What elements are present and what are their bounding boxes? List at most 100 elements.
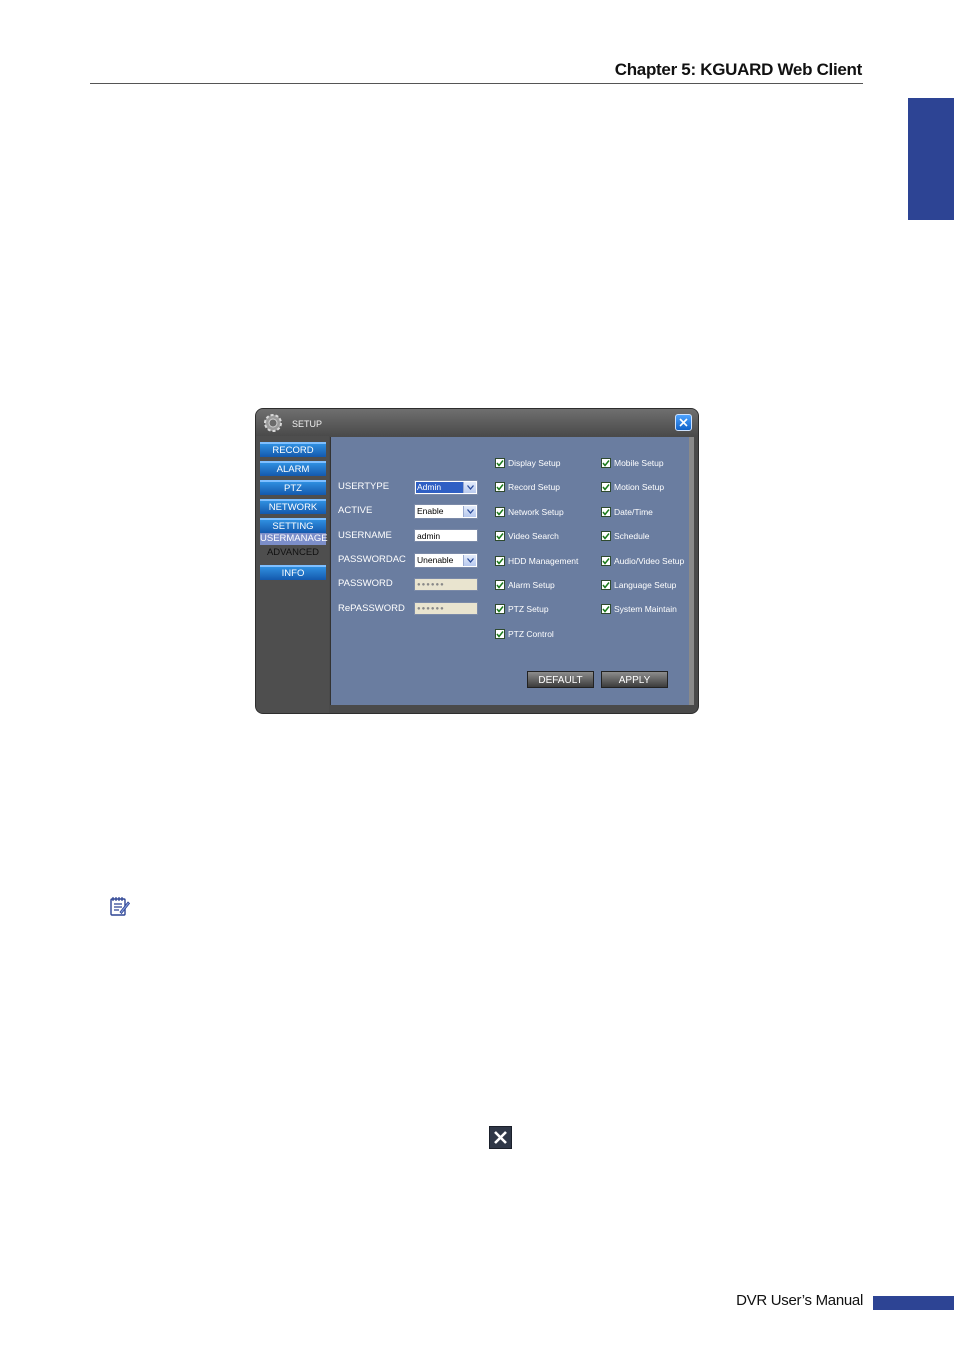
default-button[interactable]: DEFAULT [527, 671, 594, 688]
checkbox[interactable] [495, 629, 505, 639]
check-icon [602, 460, 610, 467]
checkbox[interactable] [601, 580, 611, 590]
perm-record-setup[interactable]: Record Setup [495, 481, 560, 493]
perm-label: Network Setup [508, 507, 564, 517]
checkbox[interactable] [495, 531, 505, 541]
perm-label: PTZ Control [508, 629, 554, 639]
perm-label: Display Setup [508, 458, 561, 468]
perm-language-setup[interactable]: Language Setup [601, 579, 676, 591]
gear-icon [264, 414, 282, 432]
check-icon [496, 582, 504, 589]
check-icon [602, 606, 610, 613]
close-icon [679, 418, 688, 427]
perm-display-setup[interactable]: Display Setup [495, 457, 560, 469]
perm-label: Schedule [614, 531, 650, 541]
usertype-select[interactable]: Admin [414, 480, 478, 495]
checkbox[interactable] [495, 556, 505, 566]
perm-label: PTZ Setup [508, 604, 549, 614]
perm-label: Date/Time [614, 507, 653, 517]
perm-date-time[interactable]: Date/Time [601, 506, 653, 518]
checkbox[interactable] [495, 604, 505, 614]
checkbox[interactable] [601, 458, 611, 468]
repassword-input[interactable]: ●●●●●● [414, 602, 478, 615]
perm-label: Motion Setup [614, 482, 665, 492]
perm-alarm-setup[interactable]: Alarm Setup [495, 579, 555, 591]
nav-network[interactable]: NETWORK [260, 499, 326, 514]
check-icon [496, 533, 504, 540]
checkbox[interactable] [495, 482, 505, 492]
perm-motion-setup[interactable]: Motion Setup [601, 481, 664, 493]
perm-audio-video-setup[interactable]: Audio/Video Setup [601, 555, 684, 567]
check-icon [496, 460, 504, 467]
check-icon [496, 509, 504, 516]
perm-label: Mobile Setup [614, 458, 664, 468]
close-x-icon [489, 1126, 512, 1149]
perm-hdd-management[interactable]: HDD Management [495, 555, 578, 567]
perm-label: HDD Management [508, 556, 579, 566]
passwordac-label: PASSWORDAC [338, 554, 406, 565]
checkbox[interactable] [601, 507, 611, 517]
check-icon [602, 533, 610, 540]
perm-label: Record Setup [508, 482, 560, 492]
nav-record[interactable]: RECORD [260, 442, 326, 457]
check-icon [602, 509, 610, 516]
setup-titlebar: SETUP [256, 409, 698, 436]
perm-ptz-setup[interactable]: PTZ Setup [495, 603, 549, 615]
repassword-label: RePASSWORD [338, 603, 405, 614]
chevron-down-icon [463, 482, 476, 493]
setup-close-button[interactable] [675, 414, 692, 431]
perm-system-maintain[interactable]: System Maintain [601, 603, 677, 615]
perm-schedule[interactable]: Schedule [601, 530, 649, 542]
nav-alarm[interactable]: ALARM [260, 461, 326, 476]
check-icon [496, 558, 504, 565]
checkbox[interactable] [495, 458, 505, 468]
chevron-down-icon [463, 506, 476, 517]
perm-video-search[interactable]: Video Search [495, 530, 559, 542]
panel-edge [689, 437, 694, 705]
nav-advanced[interactable]: ADVANCED [260, 546, 326, 559]
nav-setting[interactable]: SETTING [260, 518, 326, 533]
active-select[interactable]: Enable [414, 504, 478, 519]
chevron-down-icon [463, 555, 476, 566]
chapter-title: Chapter 5: KGUARD Web Client [614, 60, 863, 79]
footer-manual-title: DVR User’s Manual [736, 1292, 863, 1309]
password-input[interactable]: ●●●●●● [414, 578, 478, 591]
setup-title: SETUP [292, 419, 323, 429]
active-label: ACTIVE [338, 505, 373, 516]
usermanage-panel: USERTYPE ACTIVE USERNAME PASSWORDAC PASS… [330, 437, 690, 705]
header-rule [90, 83, 863, 84]
username-input[interactable]: admin [414, 529, 478, 542]
perm-label: Alarm Setup [508, 580, 555, 590]
password-label: PASSWORD [338, 578, 393, 589]
apply-button[interactable]: APPLY [601, 671, 668, 688]
perm-label: Audio/Video Setup [614, 556, 685, 566]
passwordac-select[interactable]: Unenable [414, 553, 478, 568]
check-icon [496, 631, 504, 638]
perm-label: System Maintain [614, 604, 677, 614]
perm-label: Language Setup [614, 580, 677, 590]
checkbox[interactable] [601, 556, 611, 566]
checkbox[interactable] [495, 507, 505, 517]
check-icon [602, 558, 610, 565]
notepad-icon [110, 897, 130, 916]
setup-nav: RECORD ALARM PTZ NETWORK SETTING USERMAN… [256, 436, 329, 713]
perm-network-setup[interactable]: Network Setup [495, 506, 564, 518]
setup-window: SETUP RECORD ALARM PTZ NETWORK SETTING U… [256, 409, 698, 713]
nav-info[interactable]: INFO [260, 565, 326, 580]
checkbox[interactable] [601, 531, 611, 541]
nav-ptz[interactable]: PTZ [260, 480, 326, 495]
active-value: Enable [417, 506, 444, 516]
checkbox[interactable] [601, 482, 611, 492]
perm-label: Video Search [508, 531, 559, 541]
checkbox[interactable] [495, 580, 505, 590]
checkbox[interactable] [601, 604, 611, 614]
usertype-value: Admin [416, 482, 463, 493]
nav-usermanage[interactable]: USERMANAGE [260, 533, 328, 545]
side-tab [908, 98, 954, 220]
passwordac-value: Unenable [417, 555, 454, 565]
username-label: USERNAME [338, 530, 392, 541]
usertype-label: USERTYPE [338, 481, 390, 492]
check-icon [496, 606, 504, 613]
perm-ptz-control[interactable]: PTZ Control [495, 628, 554, 640]
perm-mobile-setup[interactable]: Mobile Setup [601, 457, 664, 469]
